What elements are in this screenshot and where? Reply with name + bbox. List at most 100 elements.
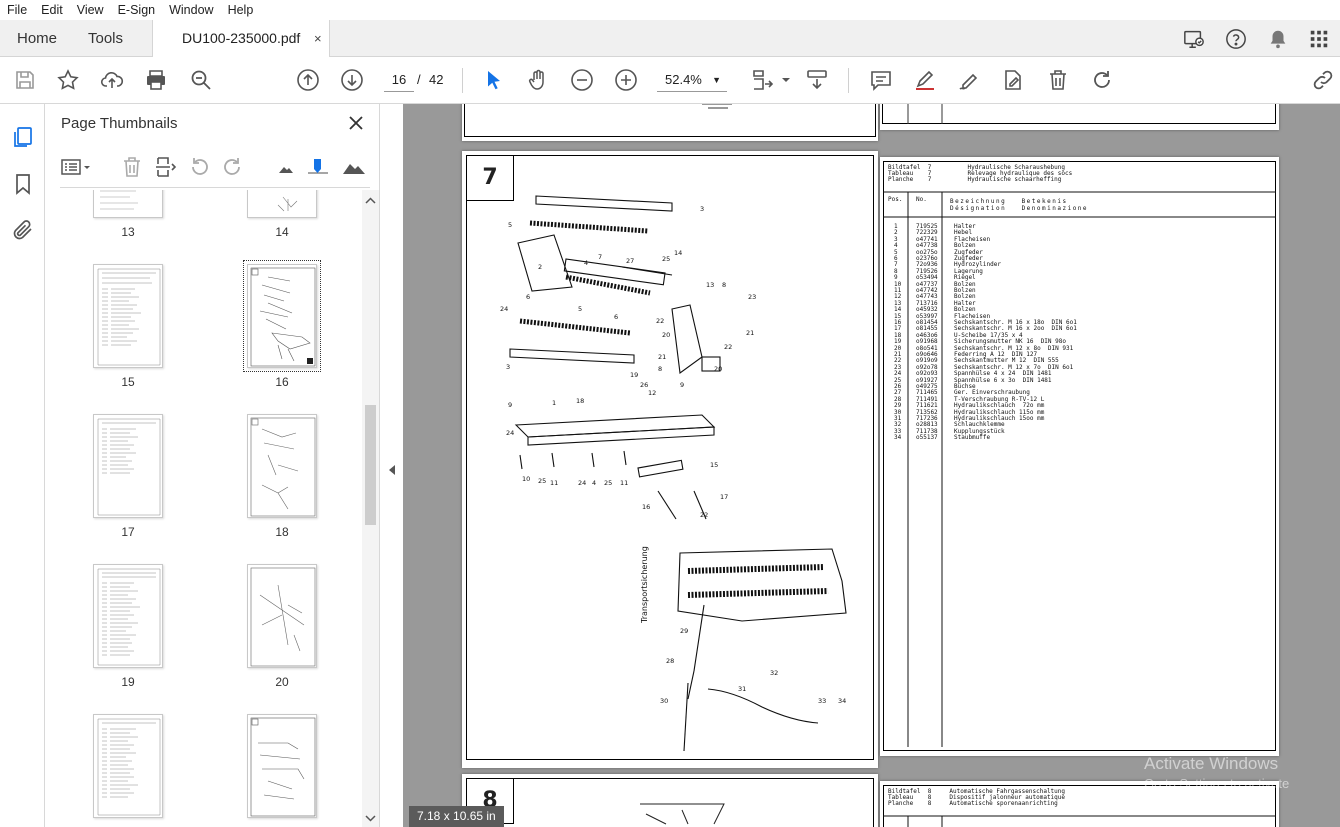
zoom-level-select[interactable]: 52.4% ▼ [657, 68, 727, 92]
menu-file[interactable]: File [0, 3, 34, 17]
page-number-input[interactable]: 16 [384, 68, 414, 92]
upload-cloud-icon[interactable] [100, 68, 124, 92]
hand-pan-icon[interactable] [526, 68, 550, 92]
svg-text:31: 31 [738, 685, 746, 693]
thumbnail-page-18[interactable] [247, 414, 317, 518]
thumbnail-page-19[interactable] [93, 564, 163, 668]
svg-text:11: 11 [620, 479, 628, 487]
svg-text:24: 24 [500, 305, 508, 313]
edit-pdf-icon[interactable] [1001, 68, 1025, 92]
insert-page-icon[interactable] [154, 155, 178, 179]
menu-esign[interactable]: E-Sign [111, 3, 163, 17]
thumbnail-page-13[interactable] [93, 190, 163, 218]
pdf-page-prev-diagram [462, 104, 878, 141]
toolbar: 16 / 42 52.4% ▼ [0, 57, 1340, 104]
bookmark-star-icon[interactable] [56, 68, 80, 92]
redo-rotate-icon[interactable] [1090, 68, 1114, 92]
svg-text:12: 12 [648, 389, 656, 397]
delete-trash-icon[interactable] [1046, 68, 1070, 92]
panel-title: Page Thumbnails [61, 115, 178, 132]
pdf-page-diagram-8: 8 [462, 774, 878, 827]
page-separator: / [417, 72, 421, 87]
home-tab[interactable]: Home [17, 20, 57, 57]
pdf-page-parts-list-7: Bildtafel 7 Hydraulische Scharaushebung … [880, 157, 1279, 756]
menu-window[interactable]: Window [162, 3, 220, 17]
svg-text:7: 7 [598, 253, 602, 261]
svg-text:27: 27 [626, 257, 634, 265]
thumbnail-scrollbar[interactable] [362, 190, 379, 827]
scrollbar-thumb[interactable] [365, 405, 376, 525]
tools-tab[interactable]: Tools [88, 20, 123, 57]
svg-text:24: 24 [578, 479, 586, 487]
save-icon[interactable] [13, 68, 37, 92]
svg-text:9: 9 [680, 381, 684, 389]
comment-icon[interactable] [869, 68, 893, 92]
thumbnail-page-16[interactable] [243, 260, 321, 372]
draw-signature-icon[interactable] [957, 68, 981, 92]
svg-text:21: 21 [746, 329, 754, 337]
share-link-icon[interactable] [1311, 68, 1335, 92]
help-icon[interactable] [1225, 28, 1247, 50]
fit-page-icon[interactable] [750, 68, 774, 92]
close-panel-icon[interactable] [347, 114, 365, 132]
thumbnail-toolbar [60, 146, 370, 188]
svg-text:15: 15 [710, 461, 718, 469]
part-position: 34 [894, 434, 902, 442]
previous-page-icon[interactable] [296, 68, 320, 92]
menu-view[interactable]: View [70, 3, 111, 17]
bookmarks-icon[interactable] [11, 172, 35, 196]
print-icon[interactable] [144, 68, 168, 92]
zoom-out-icon[interactable] [570, 68, 594, 92]
svg-text:34: 34 [838, 697, 846, 705]
svg-text:25: 25 [604, 479, 612, 487]
svg-text:25: 25 [538, 477, 546, 485]
thumbnail-page-17[interactable] [93, 414, 163, 518]
zoom-in-icon[interactable] [614, 68, 638, 92]
zoom-search-icon[interactable] [189, 68, 213, 92]
svg-text:10: 10 [522, 475, 530, 483]
document-view[interactable]: 7 3 5 7 27 25 14 2 4 6 6 5 24 3 23 13 8 … [403, 104, 1340, 827]
attachments-paperclip-icon[interactable] [11, 218, 35, 242]
thumbnail-page-22[interactable] [247, 714, 317, 818]
thumbnail-label: 18 [275, 525, 289, 539]
fit-page-chevron-icon[interactable] [774, 68, 790, 92]
thumbnail-page-20[interactable] [247, 564, 317, 668]
page-size-indicator: 7.18 x 10.65 in [409, 806, 504, 827]
pdf-page-prev-parts [880, 104, 1279, 130]
apps-grid-icon[interactable] [1308, 28, 1330, 50]
close-tab-icon[interactable]: × [314, 20, 322, 57]
svg-text:3: 3 [506, 363, 510, 371]
document-tab-title: DU100-235000.pdf [182, 30, 301, 46]
document-tab[interactable]: DU100-235000.pdf × [152, 20, 330, 58]
thumbnail-size-large-icon[interactable] [342, 155, 366, 179]
svg-text:11: 11 [550, 479, 558, 487]
svg-text:25: 25 [662, 255, 670, 263]
thumbnail-label: 19 [121, 675, 135, 689]
pdf-page-diagram-7: 7 3 5 7 27 25 14 2 4 6 6 5 24 3 23 13 8 … [462, 151, 878, 768]
page-thumbnails-icon[interactable] [11, 125, 35, 149]
rotate-right-icon[interactable] [220, 155, 244, 179]
thumbnail-page-21[interactable] [93, 714, 163, 818]
scroll-mode-icon[interactable] [805, 68, 829, 92]
next-page-icon[interactable] [340, 68, 364, 92]
thumbnail-options-icon[interactable] [60, 155, 90, 179]
highlight-pen-icon[interactable] [913, 68, 937, 92]
total-pages: 42 [429, 72, 444, 87]
windows-activation-watermark: Activate Windows Go to Settings to activ… [1144, 754, 1340, 814]
thumbnail-page-14[interactable] [247, 190, 317, 218]
svg-text:21: 21 [658, 353, 666, 361]
panel-collapse-strip[interactable] [379, 104, 403, 827]
svg-text:14: 14 [674, 249, 682, 257]
share-screen-icon[interactable] [1183, 28, 1205, 50]
delete-page-icon[interactable] [120, 155, 144, 179]
select-cursor-icon[interactable] [482, 68, 506, 92]
thumbnail-size-slider[interactable] [306, 155, 330, 179]
thumbnail-page-15[interactable] [93, 264, 163, 368]
menu-edit[interactable]: Edit [34, 3, 70, 17]
svg-text:16: 16 [642, 503, 650, 511]
svg-text:20: 20 [662, 331, 670, 339]
rotate-left-icon[interactable] [188, 155, 212, 179]
notifications-bell-icon[interactable] [1267, 28, 1289, 50]
menu-help[interactable]: Help [221, 3, 261, 17]
thumbnail-size-small-icon[interactable] [274, 155, 298, 179]
